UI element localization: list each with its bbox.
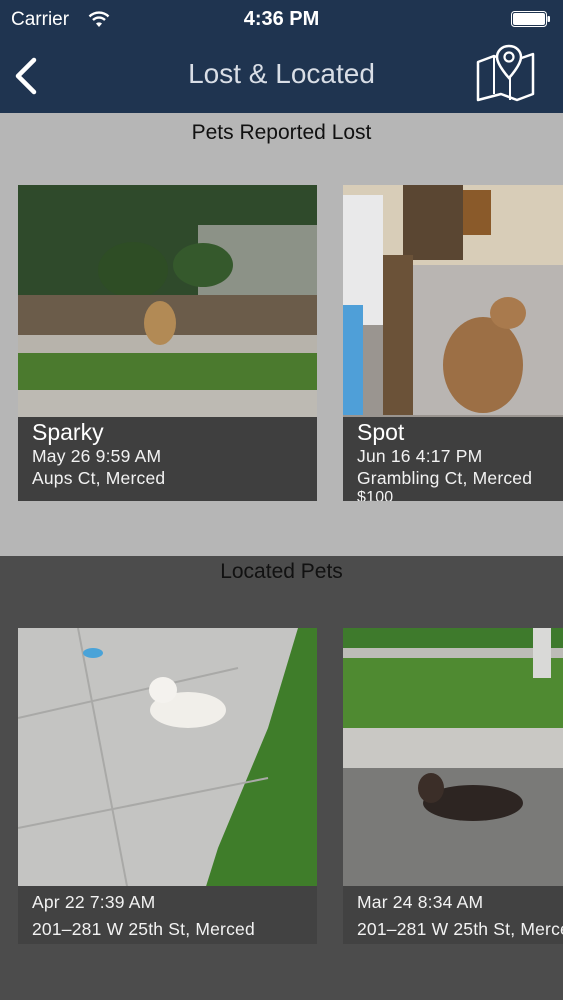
status-time: 4:36 PM <box>243 8 320 30</box>
pet-datetime: Mar 24 8:34 AM <box>357 892 484 912</box>
pet-datetime: Apr 22 7:39 AM <box>32 892 156 912</box>
pet-location: 201–281 W 25th St, Merced <box>32 919 255 939</box>
lost-section-title: Pets Reported Lost <box>191 121 372 144</box>
pet-datetime: May 26 9:59 AM <box>32 446 162 466</box>
pet-caption: Apr 22 7:39 AM 201–281 W 25th St, Merced <box>18 886 317 944</box>
pet-caption: Mar 24 8:34 AM 201–281 W 25th St, Merced <box>343 886 563 944</box>
pet-name: Spot <box>357 419 405 445</box>
pet-caption: Sparky May 26 9:59 AM Aups Ct, Merced <box>18 417 317 501</box>
located-pet-card[interactable]: Mar 24 8:34 AM 201–281 W 25th St, Merced <box>343 628 563 944</box>
status-bar: Carrier 4:36 PM <box>0 0 563 40</box>
lost-pets-section: Pets Reported Lost Sparky May 26 9:59 AM… <box>0 113 563 556</box>
located-pets-section: Located Pets Apr 22 7:39 AM 201–281 W 25… <box>0 556 563 1000</box>
pet-caption: Spot Jun 16 4:17 PM Grambling Ct, Merced… <box>343 417 563 501</box>
located-pet-card[interactable]: Apr 22 7:39 AM 201–281 W 25th St, Merced <box>18 628 317 944</box>
pet-location: Aups Ct, Merced <box>32 468 166 488</box>
lost-pet-card[interactable]: Spot Jun 16 4:17 PM Grambling Ct, Merced… <box>343 185 563 501</box>
top-bar: Carrier 4:36 PM Lost & Located <box>0 0 563 113</box>
pet-location: 201–281 W 25th St, Merced <box>357 919 563 939</box>
battery-icon <box>511 11 550 27</box>
lost-pet-card[interactable]: Sparky May 26 9:59 AM Aups Ct, Merced <box>18 185 317 501</box>
located-section-title: Located Pets <box>220 560 343 583</box>
pet-reward: $100 <box>357 489 394 501</box>
pet-datetime: Jun 16 4:17 PM <box>357 446 483 466</box>
map-pin-icon[interactable] <box>475 44 537 102</box>
pet-location: Grambling Ct, Merced <box>357 468 533 488</box>
pet-name: Sparky <box>32 419 104 445</box>
